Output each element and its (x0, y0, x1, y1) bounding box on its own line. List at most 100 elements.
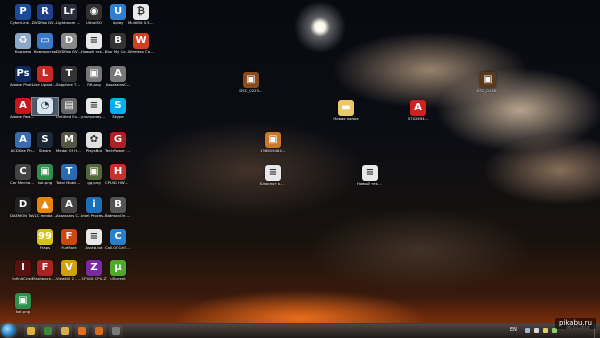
desktop[interactable]: PCyberLink PowerDVD 12♻КорзинаPsAdobe Ph… (0, 0, 600, 323)
desktop-icon[interactable]: ≡Блокнот каждое... (260, 165, 286, 186)
desktop-icon-label: DVDFab DVD Ripper Ulti... (32, 21, 58, 25)
desktop-icon[interactable]: ≡Новый текстовый... (357, 165, 383, 186)
desktop-icon[interactable]: A AssassinsC... (105, 66, 131, 87)
desktop-icon[interactable]: ▲VLC media player (32, 197, 58, 218)
desktop-icon-label: kot.png (15, 310, 31, 314)
desktop-icon-label: Intel Processo... (81, 214, 107, 218)
desktop-icon-label: MultiBit 0.5.17 (128, 21, 154, 25)
desktop-icon[interactable]: ▭ Компьютер (32, 33, 58, 54)
desktop-icon[interactable]: GTechPower GPU-Z (105, 132, 131, 153)
desktop-icon[interactable]: ▤ Untitled Export (56, 98, 82, 119)
furmark-icon: F (61, 229, 77, 245)
desktop-icon[interactable]: µ uTorrent (105, 260, 131, 281)
desktop-icon[interactable]: DDVDFab DVD Ultima... (56, 33, 82, 54)
firefox-icon (95, 327, 103, 335)
sapphire-trixx-icon: T (61, 66, 77, 82)
batman-icon: B (110, 197, 126, 213)
desktop-icon[interactable]: FFlashback.exe - Ярлык (32, 260, 58, 281)
desktop-icon[interactable]: iIntel Processo... (81, 197, 107, 218)
desktop-icon[interactable]: VViewNX 2 - Ярлык (56, 260, 82, 281)
desktop-icon[interactable]: ▬ Новая папка (333, 100, 359, 121)
text-document-icon: ≡ (86, 98, 102, 114)
desktop-icon-label: Adobe Reader XI (10, 115, 36, 119)
taskbar-button[interactable] (75, 325, 89, 337)
desktop-icon[interactable]: ◉ UltraISO (81, 4, 107, 25)
taskbar-button[interactable] (58, 325, 72, 337)
desktop-icon[interactable]: ✿ PlaysBro (81, 132, 107, 153)
desktop-icon[interactable]: L Live Update 5 (32, 66, 58, 87)
taskbar-button[interactable] (24, 325, 38, 337)
desktop-icon[interactable]: ▣ DSC_0223... (238, 72, 264, 93)
desktop-icon[interactable]: HCPUID HWMonitor (105, 164, 131, 185)
taskbar-button[interactable] (41, 325, 55, 337)
desktop-icon[interactable]: F FurMark (56, 229, 82, 250)
ultraiso-icon: ◉ (86, 4, 102, 20)
desktop-icon[interactable]: AAssassins Creed IV... (56, 197, 82, 218)
vlc-icon: ▲ (37, 197, 53, 213)
desktop-icon[interactable]: S Steam (32, 132, 58, 153)
hwmonitor-icon: H (110, 164, 126, 180)
taskbar-button[interactable] (92, 325, 106, 337)
infinite-crisis-icon: I (15, 260, 31, 276)
car-mechanic-icon: C (15, 164, 31, 180)
assassins-creed-icon: A (110, 66, 126, 82)
desktop-icon[interactable]: ▣ 1388094848... (260, 132, 286, 153)
desktop-icon[interactable]: ≡ультразвук перинатал (81, 98, 107, 119)
start-button[interactable] (2, 324, 15, 337)
desktop-icon[interactable]: ▣ kot.png (32, 164, 58, 185)
powerdvd-icon: P (15, 4, 31, 20)
desktop-icon[interactable]: RDVDFab DVD Ripper Ulti... (32, 4, 58, 25)
taskbar: EN 06.03.2014 (0, 323, 600, 338)
image-file-icon: ▣ (37, 164, 53, 180)
desktop-icon-label: Новая папка (333, 117, 359, 121)
desktop-icon[interactable]: LrLightroom 5.3 64-bit (56, 4, 82, 25)
desktop-icon[interactable]: ▣ RR.png (81, 66, 107, 87)
desktop-icon[interactable]: CCall.Of.Cell GAMES (105, 229, 131, 250)
desktop-icon[interactable]: 99 Fraps (32, 229, 58, 250)
desktop-icon[interactable]: ₿ MultiBit 0.5.17 (128, 4, 154, 25)
desktop-icon[interactable]: ◔ (31, 97, 59, 116)
desktop-icon-label: PlaysBro (85, 149, 103, 153)
desktop-icon-label: 1388094848... (260, 149, 286, 153)
folder-icon: ▬ (338, 100, 354, 116)
network-icon[interactable] (525, 328, 530, 333)
app-icon (112, 327, 120, 335)
desktop-icon[interactable]: ≡ Asvtb.txt (81, 229, 107, 250)
desktop-icon[interactable]: Z CPUID CPU-Z (81, 260, 107, 281)
media-player-icon (78, 327, 86, 335)
image-file-icon: ▣ (265, 132, 281, 148)
desktop-icon[interactable]: ▣ gg.png (81, 164, 107, 185)
desktop-icon[interactable]: MMedal Of Honor Warf... (56, 132, 82, 153)
taskbar-button[interactable] (109, 325, 123, 337)
desktop-icon-label: Sapphire TRIXX (56, 83, 82, 87)
daemon-tools-icon: D (15, 197, 31, 213)
volume-icon[interactable] (534, 328, 539, 333)
blur-icon: B (110, 33, 126, 49)
desktop-icon[interactable]: ≡Новый текстовый... (81, 33, 107, 54)
desktop-icon-label: Medal Of Honor Warf... (56, 149, 82, 153)
lightroom-icon: Lr (61, 4, 77, 20)
medal-of-honor-icon: M (61, 132, 77, 148)
desktop-icon[interactable]: TSapphire TRIXX (56, 66, 82, 87)
skype-icon: S (110, 98, 126, 114)
desktop-icon-label: uTorrent (110, 277, 126, 281)
desktop-icon-label: ViewNX 2 - Ярлык (56, 277, 82, 281)
desktop-icon[interactable]: WWireless Connecti... (128, 33, 154, 54)
desktop-icon-label: BatmanOri... - Ярлык (105, 214, 131, 218)
desktop-icon[interactable]: BBatmanOri... - Ярлык (105, 197, 131, 218)
desktop-icon[interactable]: ▣ DSC_0136... (475, 72, 501, 93)
dvdfab-ultimate-icon: D (61, 33, 77, 49)
flag-icon[interactable] (543, 328, 548, 333)
desktop-icon-label: DVDFab DVD Ultima... (56, 50, 82, 54)
desktop-icon[interactable]: S Skype (105, 98, 131, 119)
viewnx-icon: V (61, 260, 77, 276)
image-file-icon: ▣ (15, 293, 31, 309)
text-document-icon: ≡ (265, 165, 281, 181)
desktop-icon[interactable]: A 5702894... (405, 100, 431, 121)
language-indicator[interactable]: EN (510, 327, 517, 333)
watermark: pikabu.ru (554, 318, 596, 329)
photoshop-icon: Ps (15, 66, 31, 82)
flashback-icon: F (37, 260, 53, 276)
desktop-icon[interactable]: ▣ kot.png (10, 293, 36, 314)
desktop-icon[interactable]: TTotal Mobile Partner (56, 164, 82, 185)
